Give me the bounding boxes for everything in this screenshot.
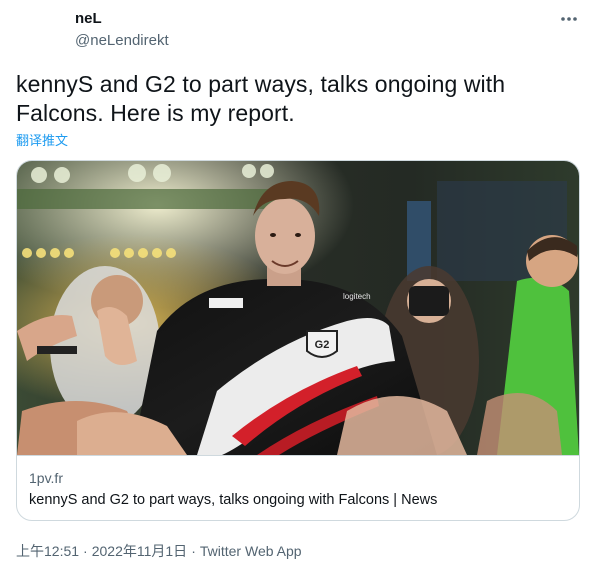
svg-text:logitech: logitech bbox=[343, 292, 371, 301]
author-display-name[interactable]: neL bbox=[75, 10, 102, 28]
more-options-button[interactable] bbox=[558, 8, 580, 30]
tweet-footer: 上午12:51 · 2022年11月1日 · Twitter Web App bbox=[16, 541, 306, 561]
translate-tweet-link[interactable]: 翻译推文 bbox=[16, 130, 68, 149]
card-meta: 1pv.fr kennyS and G2 to part ways, talks… bbox=[17, 455, 579, 520]
link-card[interactable]: G2 logitech 1pv.fr kennyS and G2 to part… bbox=[16, 160, 580, 521]
tweet-header: neL @neLendirekt bbox=[0, 0, 594, 60]
author-handle[interactable]: @neLendirekt bbox=[75, 32, 169, 50]
card-image: G2 logitech bbox=[17, 161, 579, 455]
footer-separator: · bbox=[83, 543, 88, 559]
avatar[interactable] bbox=[16, 10, 64, 58]
card-domain: 1pv.fr bbox=[29, 470, 63, 486]
tweet-text: kennyS and G2 to part ways, talks ongoin… bbox=[16, 71, 506, 126]
card-photo: G2 logitech bbox=[17, 161, 579, 455]
svg-text:G2: G2 bbox=[315, 339, 330, 351]
ellipsis-icon bbox=[561, 17, 577, 21]
tweet-date[interactable]: 2022年11月1日 bbox=[92, 543, 187, 559]
card-title: kennyS and G2 to part ways, talks ongoin… bbox=[29, 492, 438, 508]
footer-separator: · bbox=[191, 543, 196, 559]
tweet-source: Twitter Web App bbox=[199, 543, 302, 559]
tweet-time[interactable]: 上午12:51 bbox=[16, 543, 79, 559]
